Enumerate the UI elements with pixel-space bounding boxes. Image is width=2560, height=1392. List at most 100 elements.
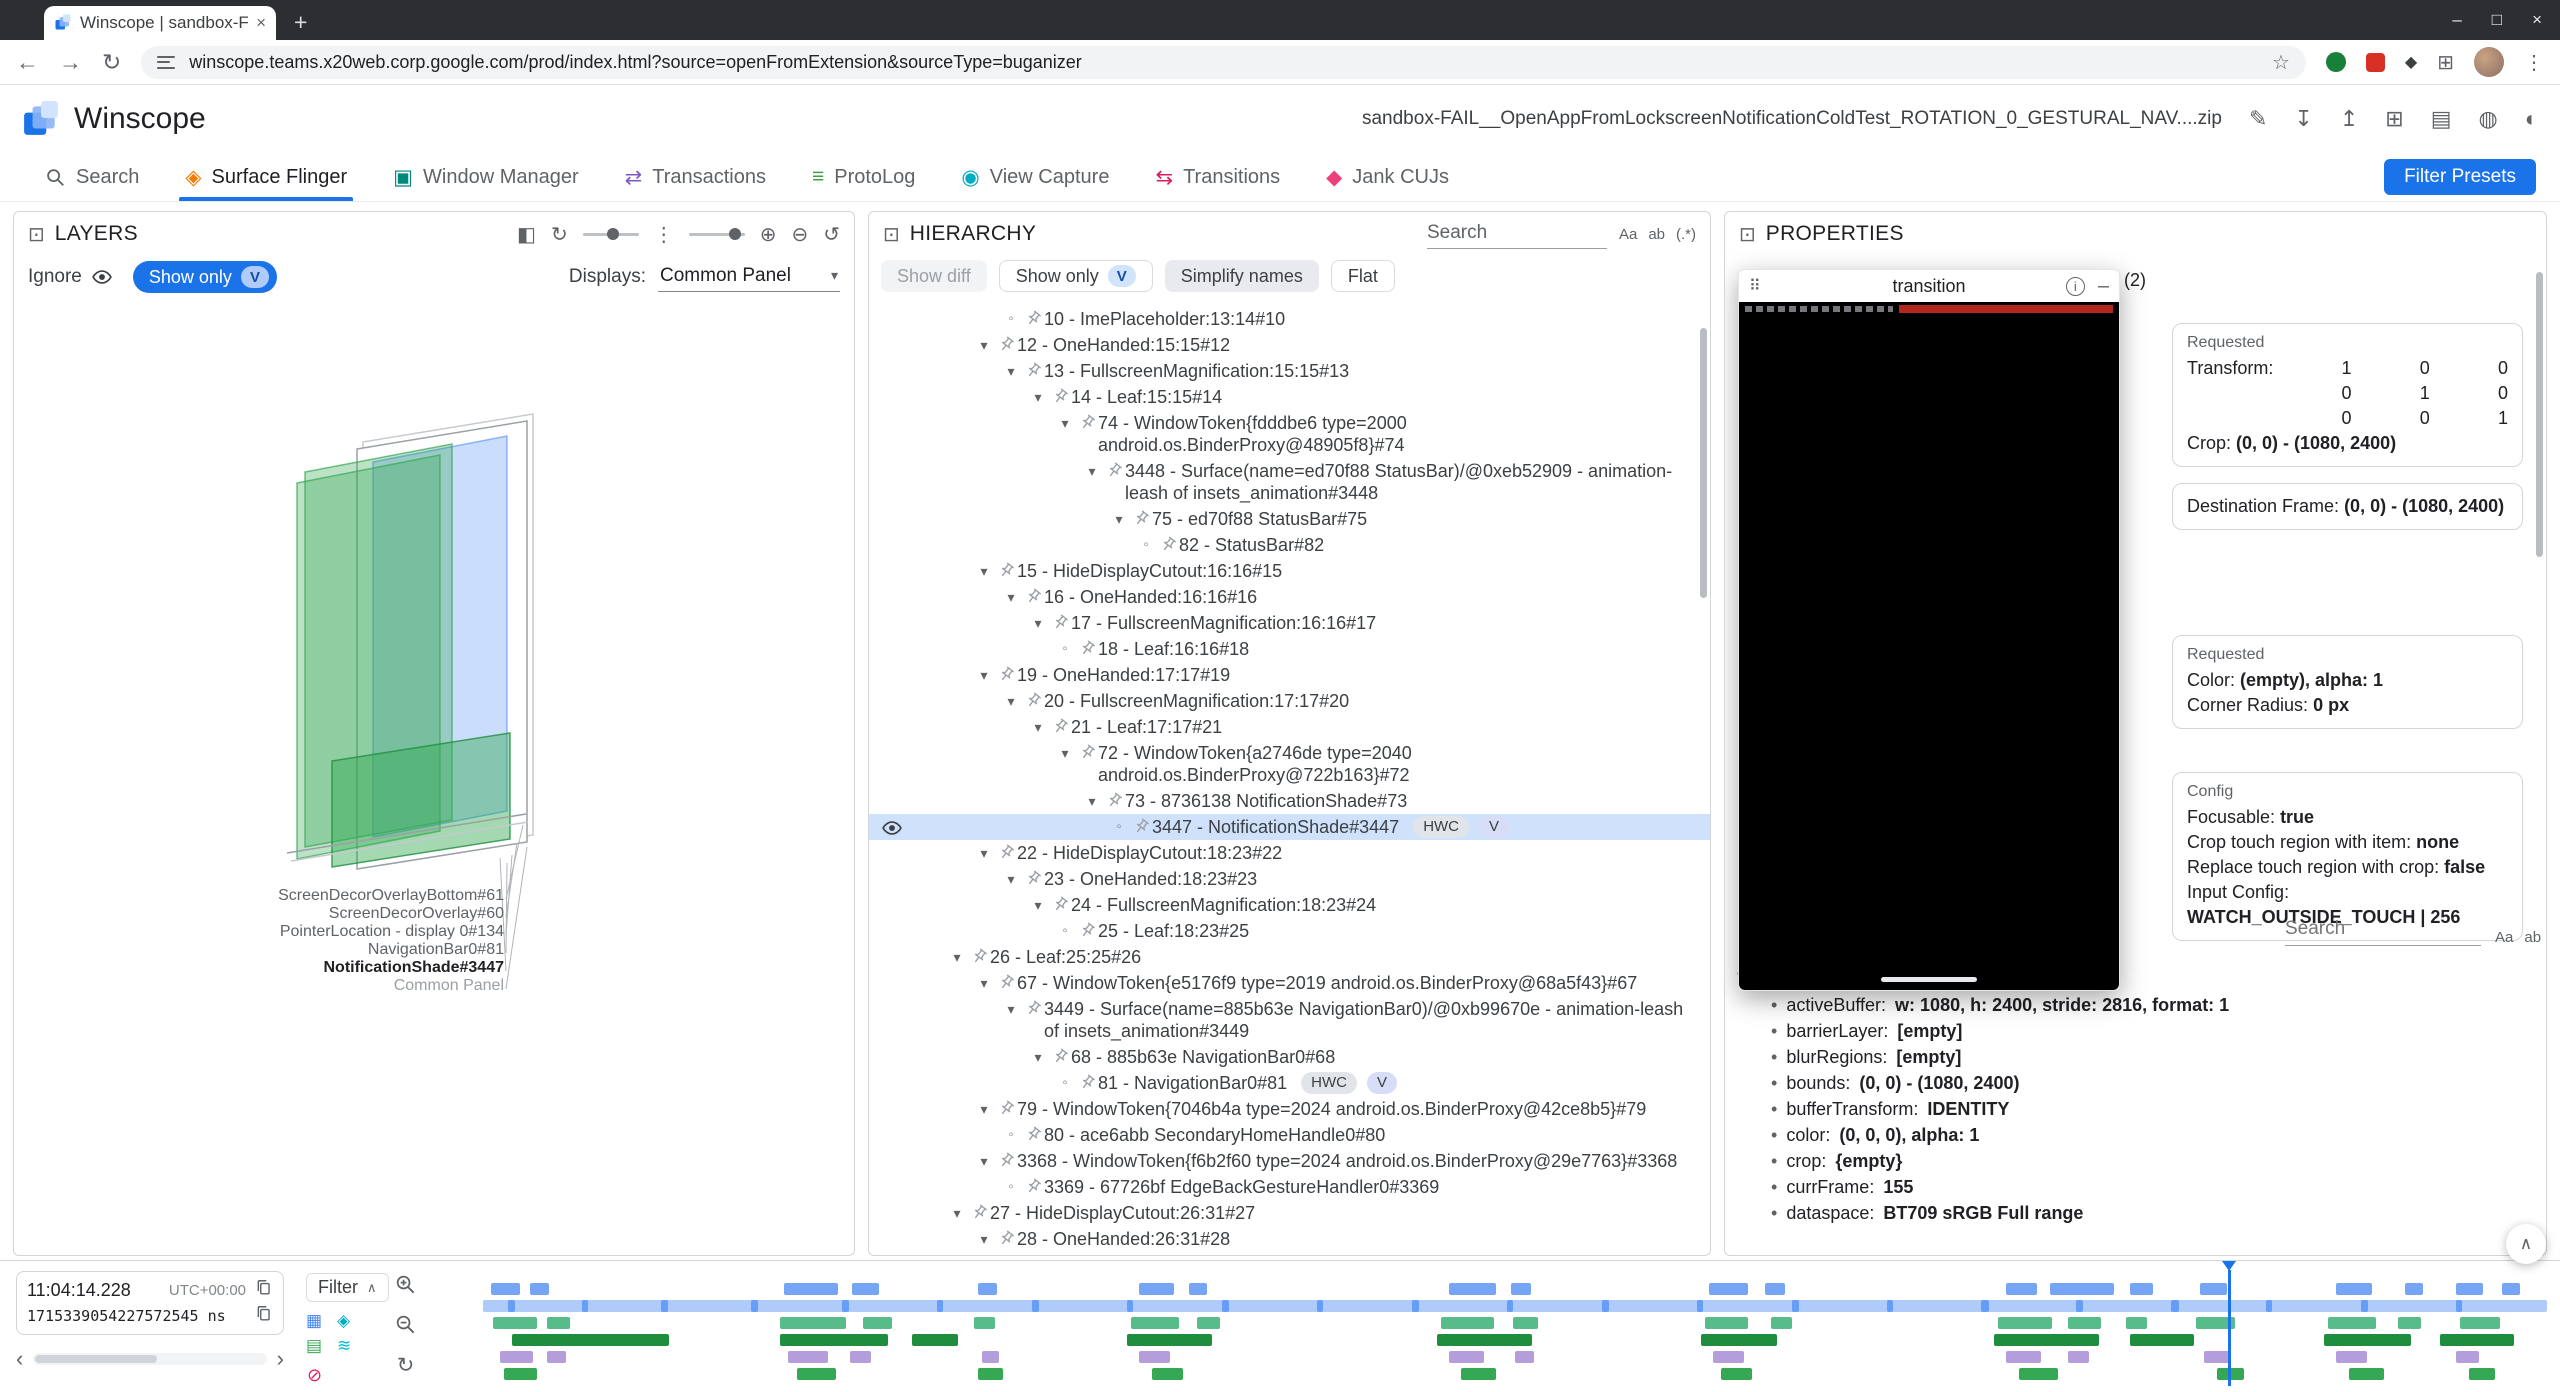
tree-row[interactable]: ◦25 - Leaf:18:23#25 xyxy=(869,918,1710,944)
trace-segment[interactable] xyxy=(1139,1283,1174,1295)
layers-3d-canvas[interactable]: ScreenDecorOverlayBottom#61ScreenDecorOv… xyxy=(14,298,854,1255)
address-bar[interactable]: ☆ xyxy=(141,46,2306,79)
trace-segment[interactable] xyxy=(852,1283,879,1295)
layer-label[interactable]: Common Panel xyxy=(14,977,504,995)
trace-segment[interactable] xyxy=(2361,1300,2368,1312)
trace-segment[interactable] xyxy=(751,1300,757,1312)
pin-icon[interactable] xyxy=(1103,790,1125,809)
trace-segment[interactable] xyxy=(1317,1300,1323,1312)
trace-segment[interactable] xyxy=(530,1283,549,1295)
expand-arrow-icon[interactable]: ▾ xyxy=(1000,1254,1022,1255)
protolog-trace-icon[interactable]: ≋ xyxy=(337,1336,363,1356)
timeline-filter-button[interactable]: Filter ∧ xyxy=(306,1273,389,1302)
tab-transactions[interactable]: ⇄Transactions xyxy=(605,153,786,201)
trace-segment[interactable] xyxy=(978,1368,1003,1380)
trace-segment[interactable] xyxy=(512,1334,669,1346)
window-maximize-icon[interactable]: □ xyxy=(2492,10,2502,30)
cuj-trace-icon[interactable]: ⊘ xyxy=(307,1365,322,1386)
trace-segment[interactable] xyxy=(2068,1317,2101,1329)
tree-row[interactable]: ▾3449 - Surface(name=885b63e NavigationB… xyxy=(869,996,1710,1044)
pin-icon[interactable] xyxy=(1049,1046,1071,1065)
panel-drag-icon[interactable]: ⊡ xyxy=(1739,222,1756,247)
expand-arrow-icon[interactable]: ▾ xyxy=(946,946,968,968)
pin-icon[interactable] xyxy=(1022,586,1044,605)
trace-segment[interactable] xyxy=(2456,1351,2479,1363)
display-select[interactable]: Common Panel ▾ xyxy=(658,263,840,292)
whole-word-icon[interactable]: ab xyxy=(2524,929,2541,946)
expand-arrow-icon[interactable]: ▾ xyxy=(973,842,995,864)
tree-row[interactable]: ▾22 - HideDisplayCutout:18:23#22 xyxy=(869,840,1710,866)
extensions-puzzle-icon[interactable]: ⊞ xyxy=(2437,50,2454,75)
pin-icon[interactable] xyxy=(1022,1254,1044,1255)
expand-arrow-icon[interactable]: ▾ xyxy=(1000,586,1022,608)
trace-segment[interactable] xyxy=(582,1300,588,1312)
trace-segment[interactable] xyxy=(1449,1283,1496,1295)
layer-label[interactable]: ScreenDecorOverlayBottom#61 xyxy=(14,887,504,905)
tree-row[interactable]: ◦82 - StatusBar#82 xyxy=(869,532,1710,558)
sf-trace-icon[interactable]: ▦ xyxy=(306,1311,332,1331)
profile-avatar[interactable] xyxy=(2474,47,2504,77)
trace-segment[interactable] xyxy=(500,1351,533,1363)
tree-row[interactable]: ▾20 - FullscreenMagnification:17:17#20 xyxy=(869,688,1710,714)
minimize-icon[interactable]: – xyxy=(2098,276,2109,296)
rotation-slider[interactable] xyxy=(583,233,639,236)
extension-cursor-icon[interactable]: ◆ xyxy=(2405,52,2417,72)
pin-icon[interactable] xyxy=(1157,534,1179,553)
expand-arrow-icon[interactable]: ▾ xyxy=(1081,790,1103,812)
pin-icon[interactable] xyxy=(995,334,1017,353)
layer-label[interactable]: PointerLocation - display 0#134 xyxy=(14,923,504,941)
trace-segment[interactable] xyxy=(2440,1334,2514,1346)
trace-segment[interactable] xyxy=(1222,1300,1229,1312)
tab-view-capture[interactable]: ◉View Capture xyxy=(941,153,1129,201)
expand-arrow-icon[interactable]: ▾ xyxy=(1027,716,1049,738)
expand-arrow-icon[interactable]: ▾ xyxy=(1000,998,1022,1020)
panel-drag-icon[interactable]: ⊡ xyxy=(28,222,45,247)
trace-segment[interactable] xyxy=(1511,1283,1532,1295)
timeline-scroll-thumb[interactable] xyxy=(35,1355,156,1363)
trace-segment[interactable] xyxy=(508,1300,515,1312)
expand-arrow-icon[interactable]: ▾ xyxy=(973,664,995,686)
tab-window-manager[interactable]: ▣Window Manager xyxy=(373,153,598,201)
trace-segment[interactable] xyxy=(2076,1300,2082,1312)
tree-row[interactable]: ▾74 - WindowToken{fdddbe6 type=2000 andr… xyxy=(869,410,1710,458)
trace-segment[interactable] xyxy=(1705,1317,1748,1329)
pin-icon[interactable] xyxy=(995,560,1017,579)
trace-segment[interactable] xyxy=(1449,1351,1484,1363)
forward-icon[interactable]: → xyxy=(59,49,82,76)
layer-label[interactable]: NavigationBar0#81 xyxy=(14,941,504,959)
trace-segment[interactable] xyxy=(1721,1368,1752,1380)
trace-segment[interactable] xyxy=(1139,1351,1170,1363)
trace-segment[interactable] xyxy=(780,1334,887,1346)
trace-segment[interactable] xyxy=(1032,1300,1039,1312)
tree-row[interactable]: ▾3368 - WindowToken{f6b2f60 type=2024 an… xyxy=(869,1148,1710,1174)
trace-segment[interactable] xyxy=(1437,1334,1532,1346)
spacing-slider[interactable] xyxy=(689,233,745,236)
pin-icon[interactable] xyxy=(995,842,1017,861)
reset-view-icon[interactable]: ↺ xyxy=(823,222,840,247)
transactions-trace-icon[interactable]: ◈ xyxy=(337,1311,363,1331)
tree-row[interactable]: ◦3447 - NotificationShade#3447HWCV xyxy=(869,814,1710,840)
info-icon[interactable]: i xyxy=(2066,277,2085,296)
filter-presets-button[interactable]: Filter Presets xyxy=(2384,159,2536,195)
ignore-toggle[interactable]: Ignore xyxy=(28,266,113,288)
expand-arrow-icon[interactable]: ▾ xyxy=(1108,508,1130,530)
trace-segment[interactable] xyxy=(2336,1283,2371,1295)
tree-row[interactable]: ▾27 - HideDisplayCutout:26:31#27 xyxy=(869,1200,1710,1226)
tree-row[interactable]: ▾17 - FullscreenMagnification:16:16#17 xyxy=(869,610,1710,636)
expand-arrow-icon[interactable]: ▾ xyxy=(1027,386,1049,408)
trace-segment[interactable] xyxy=(2469,1368,2496,1380)
trace-segment[interactable] xyxy=(1152,1368,1183,1380)
trace-segment[interactable] xyxy=(2398,1317,2421,1329)
trace-segment[interactable] xyxy=(2130,1334,2194,1346)
timeline-next-icon[interactable]: › xyxy=(277,1348,284,1370)
pin-icon[interactable] xyxy=(995,664,1017,683)
tree-row[interactable]: ▾24 - FullscreenMagnification:18:23#24 xyxy=(869,892,1710,918)
tree-row[interactable]: ▾23 - OneHanded:18:23#23 xyxy=(869,866,1710,892)
trace-segment[interactable] xyxy=(2456,1283,2483,1295)
extension-red-icon[interactable] xyxy=(2366,53,2385,72)
simplify-names-chip[interactable]: Simplify names xyxy=(1165,260,1319,292)
pin-icon[interactable] xyxy=(1076,638,1098,657)
trace-segment[interactable] xyxy=(1441,1317,1495,1329)
pin-icon[interactable] xyxy=(1076,1072,1098,1091)
pin-icon[interactable] xyxy=(995,972,1017,991)
